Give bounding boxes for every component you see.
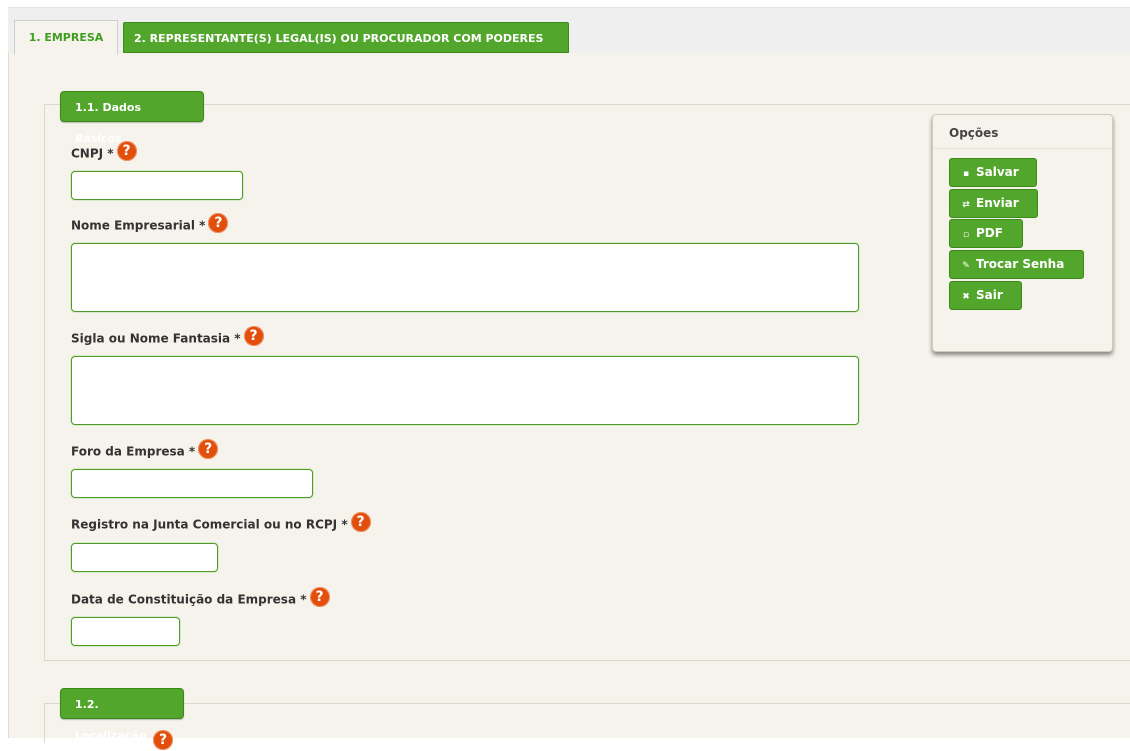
registro-label-text: Registro na Junta Comercial ou no RCPJ *	[71, 517, 348, 532]
save-button[interactable]: ▪ Salvar	[949, 158, 1037, 187]
options-title: Opções	[949, 126, 999, 140]
send-button-label: Enviar	[976, 196, 1019, 210]
send-icon: ⇄	[962, 200, 970, 210]
exit-button-label: Sair	[976, 288, 1003, 302]
nome-empresarial-label-text: Nome Empresarial *	[71, 218, 206, 233]
options-divider	[933, 148, 1112, 149]
send-button[interactable]: ⇄ Enviar	[949, 189, 1038, 218]
cnpj-label: CNPJ *?	[71, 141, 137, 162]
data-constituicao-label-text: Data de Constituição da Empresa *	[71, 592, 307, 607]
save-button-label: Salvar	[976, 165, 1019, 179]
change-password-button-label: Trocar Senha	[976, 257, 1065, 271]
registro-label: Registro na Junta Comercial ou no RCPJ *…	[71, 512, 371, 533]
question-mark-icon[interactable]: ?	[309, 587, 330, 607]
close-icon: ✖	[962, 292, 970, 302]
foro-label: Foro da Empresa *?	[71, 439, 219, 460]
sigla-label-text: Sigla ou Nome Fantasia *	[71, 331, 241, 346]
question-mark-icon[interactable]: ?	[350, 512, 371, 532]
section-title-dados-basicos: 1.1. Dados Básicos	[60, 91, 204, 145]
foro-label-text: Foro da Empresa *	[71, 444, 196, 459]
sigla-input[interactable]	[71, 356, 859, 425]
question-mark-icon[interactable]: ?	[243, 326, 264, 346]
question-mark-icon[interactable]: ?	[208, 213, 229, 233]
registro-input[interactable]	[71, 543, 218, 572]
document-icon: ▫	[962, 230, 970, 240]
key-icon: ✎	[962, 261, 970, 271]
change-password-button[interactable]: ✎ Trocar Senha	[949, 250, 1084, 279]
save-icon: ▪	[962, 169, 970, 179]
question-mark-icon[interactable]: ?	[153, 730, 173, 750]
fieldset-localizacao	[44, 703, 1130, 743]
question-mark-icon[interactable]: ?	[198, 439, 219, 459]
question-mark-icon[interactable]: ?	[116, 141, 137, 161]
data-constituicao-label: Data de Constituição da Empresa *?	[71, 587, 330, 608]
section-title-localizacao: 1.2. Localização	[60, 688, 184, 742]
cnpj-input[interactable]	[71, 171, 243, 200]
foro-input[interactable]	[71, 469, 313, 498]
cnpj-label-text: CNPJ *	[71, 146, 114, 161]
pdf-button[interactable]: ▫ PDF	[949, 219, 1023, 248]
tab-representantes[interactable]: 2. REPRESENTANTE(S) LEGAL(IS) OU PROCURA…	[123, 22, 569, 53]
sigla-label: Sigla ou Nome Fantasia *?	[71, 326, 264, 347]
tab-empresa[interactable]: 1. EMPRESA	[14, 20, 118, 55]
data-constituicao-input[interactable]	[71, 617, 180, 646]
nome-empresarial-input[interactable]	[71, 243, 859, 312]
nome-empresarial-label: Nome Empresarial *?	[71, 213, 229, 234]
exit-button[interactable]: ✖ Sair	[949, 281, 1022, 310]
pdf-button-label: PDF	[976, 226, 1003, 240]
